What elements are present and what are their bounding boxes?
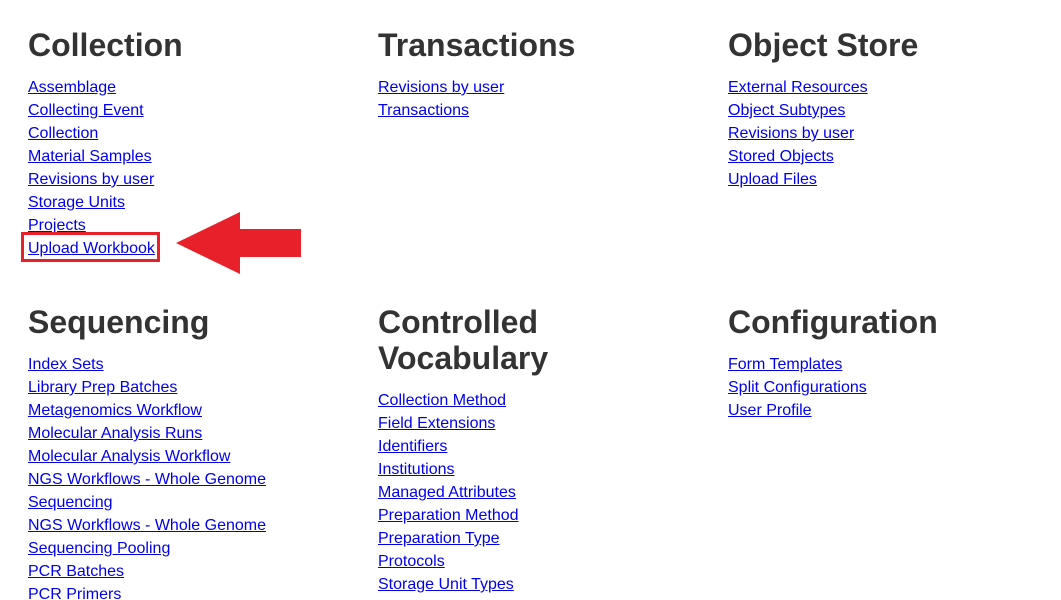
section-configuration: Configuration Form Templates Split Confi… bbox=[728, 304, 1048, 422]
link-index-sets[interactable]: Index Sets bbox=[28, 356, 104, 373]
link-ngs-workflows-whole-genome-2[interactable]: NGS Workflows - Whole Genome bbox=[28, 517, 266, 534]
section-title-line-2: Vocabulary bbox=[378, 340, 549, 376]
link-identifiers[interactable]: Identifiers bbox=[378, 438, 447, 455]
link-user-profile[interactable]: User Profile bbox=[728, 402, 812, 419]
link-molecular-analysis-workflow[interactable]: Molecular Analysis Workflow bbox=[28, 448, 230, 465]
link-field-extensions[interactable]: Field Extensions bbox=[378, 415, 495, 432]
link-transactions-revisions-by-user[interactable]: Revisions by user bbox=[378, 79, 504, 96]
link-form-templates[interactable]: Form Templates bbox=[728, 356, 842, 373]
link-transactions[interactable]: Transactions bbox=[378, 102, 469, 119]
link-pcr-primers[interactable]: PCR Primers bbox=[28, 586, 121, 600]
link-sequencing[interactable]: Sequencing bbox=[28, 494, 113, 511]
left-arrow-icon bbox=[176, 212, 301, 274]
link-preparation-type[interactable]: Preparation Type bbox=[378, 530, 500, 547]
section-transactions: Transactions Revisions by user Transacti… bbox=[378, 27, 698, 122]
link-preparation-method[interactable]: Preparation Method bbox=[378, 507, 519, 524]
section-object-store: Object Store External Resources Object S… bbox=[728, 27, 1048, 191]
link-external-resources[interactable]: External Resources bbox=[728, 79, 868, 96]
link-list-sequencing: Index Sets Library Prep Batches Metageno… bbox=[28, 353, 348, 600]
link-collection-revisions-by-user[interactable]: Revisions by user bbox=[28, 171, 154, 188]
section-controlled-vocabulary: Controlled Vocabulary Collection Method … bbox=[378, 304, 698, 596]
link-institutions[interactable]: Institutions bbox=[378, 461, 454, 478]
link-library-prep-batches[interactable]: Library Prep Batches bbox=[28, 379, 177, 396]
section-title-object-store: Object Store bbox=[728, 27, 919, 63]
link-managed-attributes[interactable]: Managed Attributes bbox=[378, 484, 516, 501]
link-stored-objects[interactable]: Stored Objects bbox=[728, 148, 834, 165]
link-object-store-revisions-by-user[interactable]: Revisions by user bbox=[728, 125, 854, 142]
link-list-object-store: External Resources Object Subtypes Revis… bbox=[728, 76, 1048, 191]
link-list-transactions: Revisions by user Transactions bbox=[378, 76, 698, 122]
link-storage-units[interactable]: Storage Units bbox=[28, 194, 125, 211]
section-title-sequencing: Sequencing bbox=[28, 304, 210, 340]
link-collecting-event[interactable]: Collecting Event bbox=[28, 102, 144, 119]
link-sequencing-pooling[interactable]: Sequencing Pooling bbox=[28, 540, 170, 557]
link-split-configurations[interactable]: Split Configurations bbox=[728, 379, 867, 396]
section-title-configuration: Configuration bbox=[728, 304, 938, 340]
link-molecular-analysis-runs[interactable]: Molecular Analysis Runs bbox=[28, 425, 202, 442]
link-metagenomics-workflow[interactable]: Metagenomics Workflow bbox=[28, 402, 202, 419]
link-collection[interactable]: Collection bbox=[28, 125, 98, 142]
link-object-subtypes[interactable]: Object Subtypes bbox=[728, 102, 845, 119]
section-title-transactions: Transactions bbox=[378, 27, 576, 63]
highlight-box bbox=[21, 232, 160, 262]
link-upload-files[interactable]: Upload Files bbox=[728, 171, 817, 188]
section-title-collection: Collection bbox=[28, 27, 183, 63]
section-title-line-1: Controlled bbox=[378, 304, 538, 340]
link-assemblage[interactable]: Assemblage bbox=[28, 79, 116, 96]
link-list-configuration: Form Templates Split Configurations User… bbox=[728, 353, 1048, 422]
link-material-samples[interactable]: Material Samples bbox=[28, 148, 152, 165]
link-ngs-workflows-whole-genome-1[interactable]: NGS Workflows - Whole Genome bbox=[28, 471, 266, 488]
link-list-controlled-vocabulary: Collection Method Field Extensions Ident… bbox=[378, 389, 698, 596]
link-storage-unit-types[interactable]: Storage Unit Types bbox=[378, 576, 514, 593]
link-protocols[interactable]: Protocols bbox=[378, 553, 445, 570]
section-title-controlled-vocabulary: Controlled Vocabulary bbox=[378, 304, 698, 376]
link-collection-method[interactable]: Collection Method bbox=[378, 392, 506, 409]
section-sequencing: Sequencing Index Sets Library Prep Batch… bbox=[28, 304, 348, 600]
link-pcr-batches[interactable]: PCR Batches bbox=[28, 563, 124, 580]
